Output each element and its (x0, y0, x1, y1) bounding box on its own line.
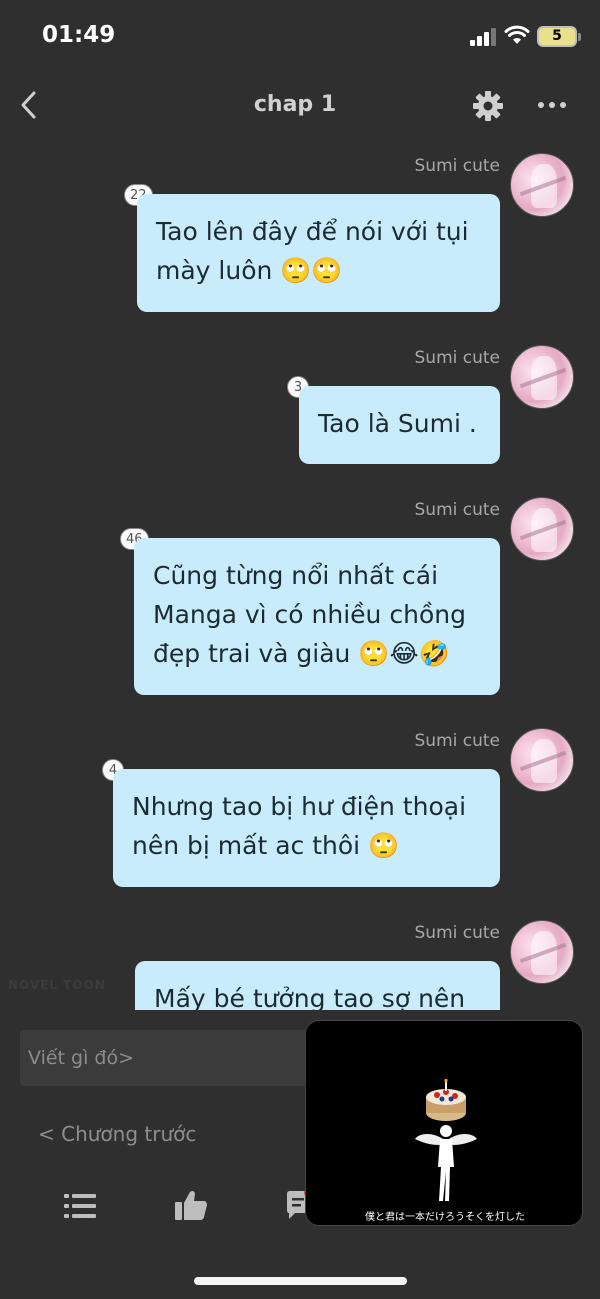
home-indicator[interactable] (194, 1277, 407, 1285)
status-bar: 01:49 5 (0, 0, 600, 70)
like-icon[interactable] (174, 1188, 208, 1222)
header: chap 1 (0, 76, 600, 136)
cake-icon (426, 1079, 466, 1121)
message-bubble[interactable]: Cũng từng nổi nhất cái Manga vì có nhiều… (134, 538, 500, 695)
angel-figure-image (415, 1125, 477, 1201)
video-caption: 僕と君は一本だけろうそくを灯した (365, 1212, 525, 1223)
message-bubble[interactable]: Nhưng tao bị hư điện thoại nên bị mất ac… (113, 769, 500, 887)
message-line: Manga vì có nhiều chồng (153, 600, 466, 629)
sender-name: Sumi cute (414, 348, 501, 368)
message-line: Tao là Sumi . (318, 409, 477, 438)
chat-area[interactable]: Sumi cute 22 Tao lên đây để nói với tụi … (0, 140, 600, 1010)
status-time: 01:49 (42, 22, 116, 48)
message-bubble[interactable]: Mấy bé tưởng tao sợ nên (135, 961, 500, 1010)
message-bubble[interactable]: Tao lên đây để nói với tụi mày luôn 🙄🙄 (137, 194, 500, 312)
battery-icon: 5 (537, 26, 581, 47)
gear-icon[interactable] (472, 90, 504, 122)
avatar[interactable] (510, 728, 574, 792)
message-line: Nhưng tao bị hư điện thoại (132, 792, 467, 821)
avatar[interactable] (510, 920, 574, 984)
more-icon[interactable] (536, 98, 568, 112)
sender-name: Sumi cute (414, 500, 501, 520)
signal-icon (470, 28, 498, 46)
sender-name: Sumi cute (414, 923, 501, 943)
message-line: nên bị mất ac thôi 🙄 (132, 831, 400, 860)
sender-name: Sumi cute (414, 731, 501, 751)
previous-chapter-link[interactable]: < Chương trước (38, 1122, 196, 1146)
list-icon[interactable] (64, 1192, 96, 1220)
watermark: NOVEL TOON (8, 978, 106, 992)
message-line: Tao lên đây để nói với tụi (156, 217, 469, 246)
avatar[interactable] (510, 345, 574, 409)
sender-name: Sumi cute (414, 156, 501, 176)
avatar[interactable] (510, 153, 574, 217)
video-overlay[interactable]: 僕と君は一本だけろうそくを灯した (305, 1020, 583, 1226)
message-line: đẹp trai và giàu 🙄😂🤣 (153, 639, 450, 668)
message-line: Mấy bé tưởng tao sợ nên (154, 984, 466, 1010)
message-line: Cũng từng nổi nhất cái (153, 561, 439, 590)
message-bubble[interactable]: Tao là Sumi . (299, 386, 500, 464)
comment-input[interactable] (28, 1030, 328, 1086)
wifi-icon (504, 25, 530, 44)
message-line: mày luôn 🙄🙄 (156, 256, 343, 285)
avatar[interactable] (510, 497, 574, 561)
